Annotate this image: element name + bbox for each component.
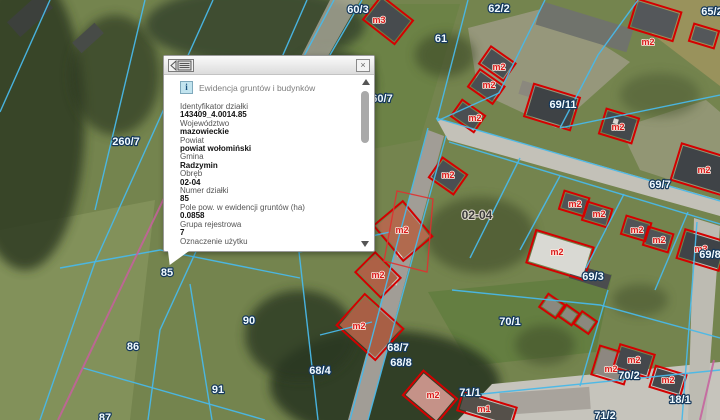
parcel-label: 62/2 xyxy=(488,3,509,15)
parcel-label: 91 xyxy=(212,384,224,396)
building-label: m2 xyxy=(371,270,384,280)
field-label: Numer działki xyxy=(180,186,229,196)
close-icon: × xyxy=(360,59,366,70)
building-label: m2 xyxy=(441,170,454,180)
building-label: m2 xyxy=(352,321,365,331)
district-label: 02-04 xyxy=(462,208,493,222)
field-label: Grupa rejestrowa xyxy=(180,219,242,229)
back-to-results-icon xyxy=(170,59,192,71)
building-label: m2 xyxy=(492,62,505,72)
building-label: m2 xyxy=(630,225,643,235)
parcel-label: 71/2 xyxy=(594,410,615,420)
feature-info-popup: × i Ewidencja gruntów i budynków Identyf… xyxy=(163,55,375,265)
info-icon: i xyxy=(180,81,193,94)
popup-title: Ewidencja gruntów i budynków xyxy=(199,82,316,93)
field-value: Radzymin xyxy=(180,160,218,170)
close-button[interactable]: × xyxy=(356,58,370,72)
field-value: mazowieckie xyxy=(180,127,229,137)
building-label: m2 xyxy=(395,225,408,235)
building-label: m2 xyxy=(611,122,624,132)
parcel-label: 69/11 xyxy=(550,99,577,111)
building-label: m2 xyxy=(550,247,563,257)
building-label: m2 xyxy=(641,37,654,47)
field-label: Obręb xyxy=(180,169,203,179)
parcel-label: 69/3 xyxy=(582,271,603,283)
field-label: Oznaczenie użytku xyxy=(180,236,248,246)
building-label: m2 xyxy=(592,209,605,219)
parcel-label: 87 xyxy=(99,412,111,420)
parcel-label: 71/1 xyxy=(459,387,480,399)
popup-header: × xyxy=(164,56,374,75)
building-label: m1 xyxy=(477,404,490,414)
parcel-label: 61 xyxy=(435,33,447,45)
map-screen: m3 m2 m2 m2 m2 m2 m2 m2 m2 m2 m3 m2 m2 m… xyxy=(0,0,720,420)
parcel-label: 86 xyxy=(127,341,139,353)
field-label: Pole pow. w ewidencji gruntów (ha) xyxy=(180,202,305,212)
parcel-label: 60/3 xyxy=(347,4,368,16)
parcel-label: 69/8 xyxy=(699,249,720,261)
popup-scrollbar xyxy=(360,79,371,247)
parcel-label: 85 xyxy=(161,267,173,279)
scroll-up-arrow-icon[interactable] xyxy=(361,79,370,85)
building-label: m3 xyxy=(372,15,385,25)
parcel-label: 68/4 xyxy=(309,365,331,377)
parcel-label: 260/7 xyxy=(112,136,140,148)
building-label: m2 xyxy=(652,235,665,245)
building-label: m2 xyxy=(482,80,495,90)
field-value: powiat wołomiński xyxy=(180,144,252,154)
parcel-label: 90 xyxy=(243,315,255,327)
building-label: m2 xyxy=(661,375,674,385)
parcel-label: 68/7 xyxy=(387,342,408,354)
parcel-label: 65/2 xyxy=(701,6,720,18)
parcel-label: 70/1 xyxy=(499,316,520,328)
parcel-label: 18/1 xyxy=(669,394,690,406)
building-label: m2 xyxy=(426,390,439,400)
building-label: m2 xyxy=(568,199,581,209)
scrollbar-thumb[interactable] xyxy=(361,91,369,143)
building-label: m2 xyxy=(604,364,617,374)
attribute-list: Identyfikator działki 143409_4.0014.85 W… xyxy=(180,102,352,246)
building-label: m2 xyxy=(468,113,481,123)
scroll-down-arrow-icon[interactable] xyxy=(361,241,369,247)
building-label: m2 xyxy=(627,355,640,365)
building-label: m2 xyxy=(697,165,710,175)
parcel-label: 70/2 xyxy=(618,370,639,382)
back-to-results-button[interactable] xyxy=(168,58,194,72)
popup-body: i Ewidencja gruntów i budynków Identyfik… xyxy=(164,75,374,246)
parcel-label: 68/8 xyxy=(390,357,411,369)
parcel-label: 69/7 xyxy=(649,179,670,191)
